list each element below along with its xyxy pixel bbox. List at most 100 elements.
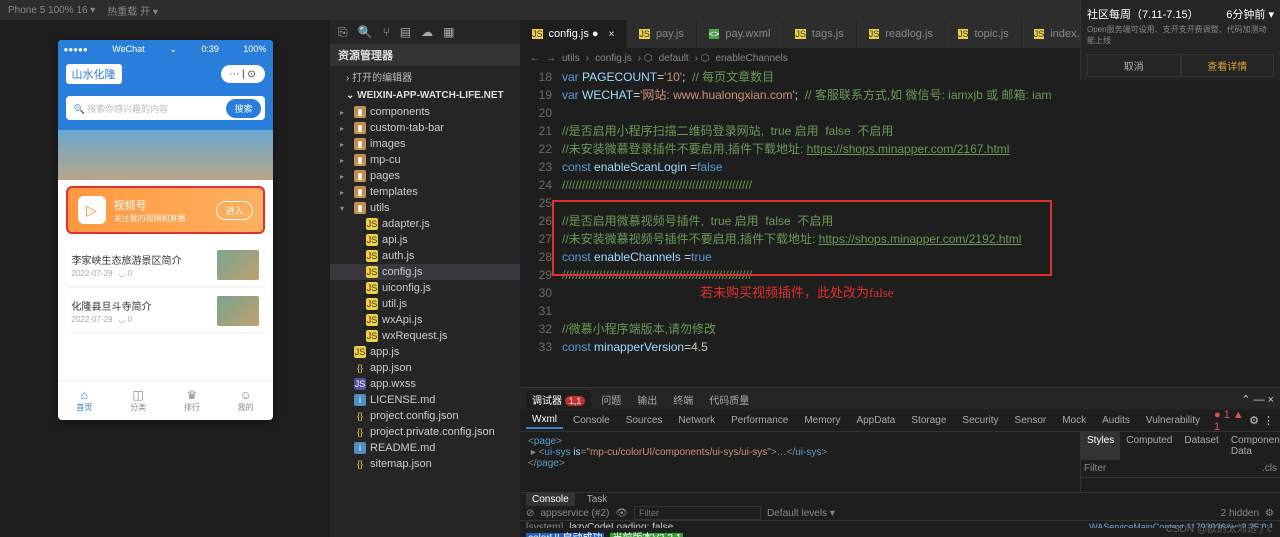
dpanel-Memory[interactable]: Memory (798, 413, 846, 428)
list-item[interactable]: 化隆县旦斗寺简介2022-07-29◡ 0 (66, 290, 265, 332)
stab-Component Data[interactable]: Component Data (1225, 432, 1280, 460)
ext-icon[interactable]: ▦ (443, 25, 454, 39)
notif-view[interactable]: 查看详情 (1181, 54, 1275, 77)
video-card[interactable]: ▷ 视频号 关注我的视频和直播 进入 (66, 186, 265, 234)
layout-icon[interactable]: ▤ (400, 25, 411, 39)
app-title: 山水化隆 (66, 64, 122, 84)
tree-utils[interactable]: ▮utils (330, 200, 520, 216)
capsule-button[interactable]: ⋯ | ⊙ (221, 65, 265, 83)
hot-reload-toggle[interactable]: 热重载 开 ▾ (107, 3, 158, 18)
search-button[interactable]: 搜索 (226, 99, 260, 118)
dpanel-Storage[interactable]: Storage (905, 413, 952, 428)
stab-Computed[interactable]: Computed (1120, 432, 1178, 460)
annotation-text: 若未购买视频插件，此处改为false (700, 282, 894, 301)
app-header: 山水化隆 ⋯ | ⊙ (58, 58, 273, 96)
project-root[interactable]: ⌄ WEIXIN-APP-WATCH-LIFE.NET (330, 87, 520, 104)
tree-config.js[interactable]: JSconfig.js (330, 264, 520, 280)
eye-icon[interactable]: 👁 (615, 508, 628, 519)
device-select[interactable]: Phone 5 100% 16 ▾ (8, 5, 95, 16)
dpanel-Audits[interactable]: Audits (1096, 413, 1136, 428)
code-editor[interactable]: 18192021222324252627282930313233 var PAG… (520, 68, 1280, 387)
devtools-panel: 调试器 1,1问题输出终端代码质量⌃ — × WxmlConsoleSource… (520, 387, 1280, 537)
tab-我的[interactable]: ☺我的 (219, 381, 273, 420)
dpanel-Sensor[interactable]: Sensor (1009, 413, 1053, 428)
tree-pages[interactable]: ▮pages (330, 168, 520, 184)
gear-icon[interactable]: ⚙ (1249, 414, 1259, 427)
enter-button[interactable]: 进入 (216, 201, 252, 220)
phone-preview[interactable]: ●●●●● WeChat ⌄ 0:39 100% 山水化隆 ⋯ | ⊙ 🔍 搜索… (58, 40, 273, 420)
dpanel-Sources[interactable]: Sources (620, 413, 669, 428)
dpanel-Console[interactable]: Console (567, 413, 616, 428)
tab-pay.wxml[interactable]: <>pay.wxml (697, 20, 784, 48)
dtab-调试器[interactable]: 调试器 1,1 (526, 390, 591, 409)
scope-select[interactable]: appservice (#2) (540, 508, 609, 519)
dpanel-Performance[interactable]: Performance (725, 413, 794, 428)
explorer-icon[interactable]: ⎘ (338, 25, 348, 40)
tree-mp-cu[interactable]: ▮mp-cu (330, 152, 520, 168)
styles-panel: StylesComputedDatasetComponent Data Filt… (1080, 432, 1280, 492)
tree-images[interactable]: ▮images (330, 136, 520, 152)
tab-readlog.js[interactable]: JSreadlog.js (857, 20, 946, 48)
simulator-panel: ●●●●● WeChat ⌄ 0:39 100% 山水化隆 ⋯ | ⊙ 🔍 搜索… (0, 20, 330, 537)
dpanel-Wxml[interactable]: Wxml (526, 412, 563, 429)
file-explorer: ⎘ 🔍 ⑂ ▤ ☁ ▦ 资源管理器 › 打开的编辑器 ⌄ WEIXIN-APP-… (330, 20, 520, 537)
tree-util.js[interactable]: JSutil.js (330, 296, 520, 312)
stab-Styles[interactable]: Styles (1081, 432, 1120, 460)
dtab-终端[interactable]: 终端 (667, 390, 699, 409)
forward-icon[interactable]: → (546, 53, 556, 64)
tree-components[interactable]: ▮components (330, 104, 520, 120)
tab-tags.js[interactable]: JStags.js (783, 20, 856, 48)
search-icon[interactable]: 🔍 (358, 25, 373, 39)
tree-README.md[interactable]: iREADME.md (330, 440, 520, 456)
tab-首页[interactable]: ⌂首页 (58, 381, 112, 420)
notification-popup: 社区每周（7.11-7.15）6分钟前 ▾ Open服务端可设用、支开支开费调整… (1080, 0, 1280, 80)
dtab-问题[interactable]: 问题 (595, 390, 627, 409)
tree-project.config.json[interactable]: project.config.json (330, 408, 520, 424)
dpanel-Security[interactable]: Security (956, 413, 1004, 428)
console-toolbar: ⊘ appservice (#2) 👁 Default levels ▾ 2 h… (520, 506, 1280, 521)
gear-icon[interactable]: ⚙ (1265, 508, 1274, 519)
cloud-icon[interactable]: ☁ (421, 25, 433, 39)
tree-project.private.config.json[interactable]: project.private.config.json (330, 424, 520, 440)
tree-api.js[interactable]: JSapi.js (330, 232, 520, 248)
tab-pay.js[interactable]: JSpay.js (627, 20, 696, 48)
back-icon[interactable]: ← (530, 53, 540, 64)
tree-app.json[interactable]: app.json (330, 360, 520, 376)
tab-topic.js[interactable]: JStopic.js (946, 20, 1022, 48)
branch-icon[interactable]: ⑂ (383, 25, 390, 39)
stab-Dataset[interactable]: Dataset (1178, 432, 1224, 460)
notif-cancel[interactable]: 取消 (1087, 54, 1181, 77)
search-box[interactable]: 🔍 搜索你感兴趣的内容 搜索 (66, 96, 265, 120)
dpanel-Mock[interactable]: Mock (1056, 413, 1092, 428)
tree-app.js[interactable]: JSapp.js (330, 344, 520, 360)
dpanel-Vulnerability[interactable]: Vulnerability (1140, 413, 1206, 428)
tab-config.js[interactable]: JSconfig.js ●× (520, 20, 627, 48)
level-select[interactable]: Default levels ▾ (767, 508, 835, 519)
dpanel-Network[interactable]: Network (672, 413, 721, 428)
dtab-输出[interactable]: 输出 (631, 390, 663, 409)
tree-app.wxss[interactable]: JSapp.wxss (330, 376, 520, 392)
tree-templates[interactable]: ▮templates (330, 184, 520, 200)
styles-filter[interactable]: Filter (1084, 463, 1106, 474)
tree-custom-tab-bar[interactable]: ▮custom-tab-bar (330, 120, 520, 136)
tab-排行[interactable]: ♛排行 (165, 381, 219, 420)
tree-wxApi.js[interactable]: JSwxApi.js (330, 312, 520, 328)
tab-分类[interactable]: ◫分类 (111, 381, 165, 420)
tree-auth.js[interactable]: JSauth.js (330, 248, 520, 264)
ctab-Console[interactable]: Console (526, 493, 575, 506)
dtab-代码质量[interactable]: 代码质量 (703, 390, 755, 409)
open-editors[interactable]: › 打开的编辑器 (330, 66, 520, 87)
wxml-tree[interactable]: <page> ▸ <ui-sys is="mp-cu/colorUI/compo… (520, 432, 1080, 492)
tree-sitemap.json[interactable]: sitemap.json (330, 456, 520, 472)
explorer-title: 资源管理器 (330, 44, 520, 66)
console-filter[interactable] (634, 506, 761, 520)
tree-adapter.js[interactable]: JSadapter.js (330, 216, 520, 232)
clear-icon[interactable]: ⊘ (526, 508, 534, 519)
ctab-Task[interactable]: Task (581, 493, 614, 506)
tab-bar: ⌂首页◫分类♛排行☺我的 (58, 380, 273, 420)
dpanel-AppData[interactable]: AppData (850, 413, 901, 428)
tree-wxRequest.js[interactable]: JSwxRequest.js (330, 328, 520, 344)
tree-uiconfig.js[interactable]: JSuiconfig.js (330, 280, 520, 296)
list-item[interactable]: 李家峡生态旅游景区简介2022-07-29◡ 0 (66, 244, 265, 286)
tree-LICENSE.md[interactable]: iLICENSE.md (330, 392, 520, 408)
